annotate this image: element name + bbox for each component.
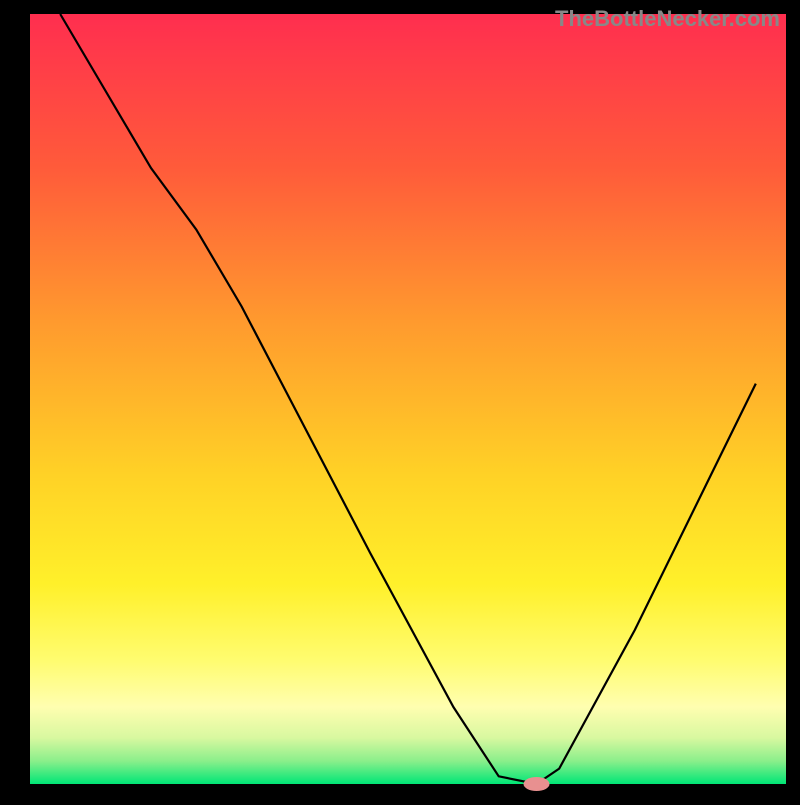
optimal-marker bbox=[524, 777, 550, 791]
bottleneck-chart bbox=[0, 0, 800, 800]
watermark-label: TheBottleNecker.com bbox=[555, 6, 780, 32]
plot-area bbox=[30, 14, 786, 784]
